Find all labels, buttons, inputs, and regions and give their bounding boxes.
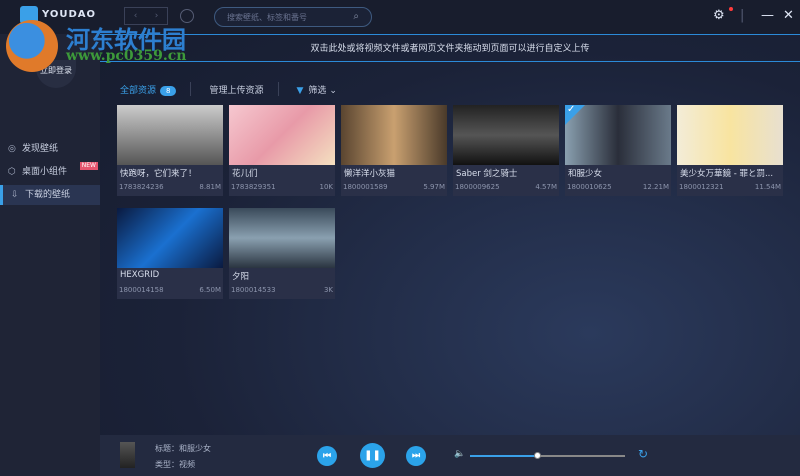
app-brand: YOUDAO [42, 9, 97, 20]
wallpaper-thumbnail[interactable] [341, 105, 447, 165]
sidebar-item-discover[interactable]: ◎ 发现壁纸 [0, 139, 100, 159]
filter-label: 筛选 [308, 85, 327, 96]
wallpaper-title: HEXGRID [120, 270, 160, 280]
pause-button[interactable]: ❚❚ [360, 443, 385, 468]
wallpaper-title: 快跑呀，它们来了！ [120, 169, 197, 179]
wallpaper-size: 3K [323, 286, 333, 294]
tab-label: 全部资源 [120, 85, 157, 96]
now-playing-type: 类型：视频 [155, 460, 195, 469]
wallpaper-thumbnail[interactable] [229, 105, 335, 165]
wallpaper-size: 10K [319, 183, 334, 191]
wallpaper-size: 11.54M [754, 183, 781, 191]
wallpaper-card[interactable]: 花儿们 1783829351 10K [229, 105, 335, 196]
wallpaper-id: 1783829351 [231, 183, 276, 191]
wallpaper-title: 懒洋洋小灰猫 [344, 169, 396, 179]
chevron-down-icon: ⌄ [329, 85, 337, 96]
discover-icon: ◎ [8, 144, 16, 154]
title-bar: YOUDAO ‹ › 搜索壁纸、标签和番号 ⌕ ⚙ | — ✕ [0, 0, 800, 34]
app-logo-icon [20, 6, 38, 24]
filter-icon: ▼ [296, 85, 304, 96]
wallpaper-card[interactable]: 懒洋洋小灰猫 1800001589 5.97M [341, 105, 447, 196]
wallpaper-title: 美少女万華鏡 - 罪と罰... [680, 169, 774, 179]
wallpaper-size: 5.97M [423, 183, 445, 191]
previous-button[interactable]: ⏮ [317, 446, 337, 466]
upload-drop-banner[interactable]: 双击此处或将视频文件或者网页文件夹拖动到页面可以进行自定义上传 [100, 34, 800, 62]
wallpaper-id: 1800014158 [119, 286, 164, 294]
wallpaper-size: 6.50M [199, 286, 221, 294]
selected-check-icon: ✓ [565, 104, 585, 125]
wallpaper-card[interactable]: 美少女万華鏡 - 罪と罰... 1800012321 11.54M [677, 105, 783, 196]
wallpaper-thumbnail[interactable] [453, 105, 559, 165]
wallpaper-card[interactable]: 夕阳 1800014533 3K [229, 208, 335, 299]
wallpaper-size: 8.81M [199, 183, 221, 191]
wallpaper-card[interactable]: 和服少女 1800010625 12.21M ✓ [565, 104, 671, 196]
next-button[interactable]: ⏭ [406, 446, 426, 466]
filter-dropdown[interactable]: ▼ 筛选 ⌄ [297, 83, 337, 96]
wallpaper-title: 花儿们 [232, 169, 258, 179]
sidebar-item-label: 发现壁纸 [22, 144, 59, 154]
wallpaper-thumbnail[interactable] [117, 105, 223, 165]
wallpaper-size: 4.57M [535, 183, 557, 191]
volume-fill [470, 455, 537, 457]
search-icon[interactable]: ⌕ [353, 11, 359, 22]
volume-knob[interactable] [533, 452, 541, 459]
wallpaper-id: 1800014533 [231, 286, 276, 294]
wallpaper-size: 12.21M [642, 183, 669, 191]
wallpaper-card[interactable]: Saber 剑之骑士 1800009625 4.57M [453, 105, 559, 196]
divider: | [740, 8, 745, 23]
now-playing-title: 标题：和服少女 [155, 444, 211, 453]
sidebar-item-label: 桌面小组件 [22, 167, 68, 177]
divider [277, 82, 279, 96]
refresh-icon[interactable] [180, 9, 194, 23]
player-bar: 标题：和服少女 类型：视频 ⏮ ❚❚ ⏭ 🔈 ↻ [100, 435, 800, 476]
search-input[interactable]: 搜索壁纸、标签和番号 ⌕ [214, 7, 372, 27]
volume-slider[interactable] [470, 452, 625, 459]
sidebar-item-downloads[interactable]: ⇩ 下载的壁纸 [0, 185, 100, 205]
back-button[interactable]: ‹ [125, 8, 146, 24]
close-button[interactable]: ✕ [783, 8, 794, 23]
wallpaper-thumbnail[interactable] [677, 105, 783, 165]
nav-buttons: ‹ › [124, 7, 168, 25]
wallpaper-id: 1783824236 [119, 183, 164, 191]
wallpaper-card[interactable]: 快跑呀，它们来了！ 1783824236 8.81M [117, 105, 223, 196]
wallpaper-title: Saber 剑之骑士 [456, 169, 518, 179]
minimize-button[interactable]: — [761, 8, 774, 23]
wallpaper-card[interactable]: HEXGRID 1800014158 6.50M [117, 208, 223, 299]
wallpaper-id: 1800012321 [679, 183, 724, 191]
wallpaper-thumbnail[interactable] [229, 208, 335, 268]
forward-button[interactable]: › [146, 8, 167, 24]
count-badge: 8 [160, 85, 177, 96]
resource-tabs: 全部资源 8 管理上传资源 ▼ 筛选 ⌄ [120, 82, 351, 96]
settings-gear-icon[interactable]: ⚙ [713, 8, 725, 23]
tab-all-resources[interactable]: 全部资源 8 [120, 83, 177, 96]
sidebar-item-label: 下载的壁纸 [25, 190, 71, 200]
tab-manage-uploads[interactable]: 管理上传资源 [209, 83, 263, 96]
volume-icon[interactable]: 🔈 [454, 449, 465, 459]
notification-dot [729, 7, 733, 11]
wallpaper-title: 夕阳 [232, 272, 250, 282]
wallpaper-id: 1800010625 [567, 183, 612, 191]
divider [190, 82, 192, 96]
download-icon: ⇩ [11, 190, 19, 200]
sidebar-item-widgets[interactable]: ⬡ 桌面小组件 NEW [0, 162, 100, 182]
loop-icon[interactable]: ↻ [638, 447, 648, 461]
new-badge: NEW [79, 162, 98, 170]
now-playing-thumbnail[interactable] [120, 442, 135, 468]
wallpaper-title: 和服少女 [568, 169, 603, 179]
wallpaper-thumbnail[interactable] [117, 208, 223, 268]
wallpaper-id: 1800009625 [455, 183, 500, 191]
search-placeholder: 搜索壁纸、标签和番号 [227, 13, 307, 22]
widget-icon: ⬡ [8, 167, 16, 177]
wallpaper-id: 1800001589 [343, 183, 388, 191]
